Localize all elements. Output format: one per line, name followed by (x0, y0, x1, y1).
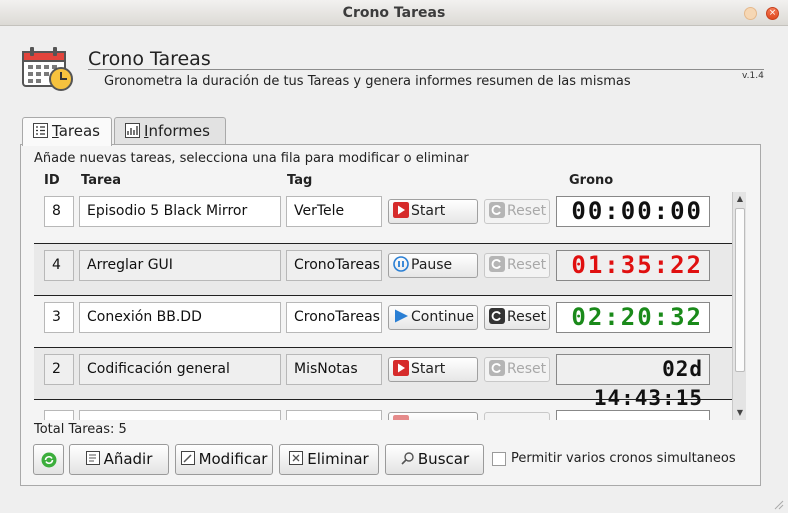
pause-blue-icon (393, 256, 409, 272)
row-id: 4 (44, 250, 74, 281)
row-id (44, 410, 74, 420)
scrollbar-thumb[interactable] (735, 208, 745, 372)
tab-tareas[interactable]: Tareas (22, 117, 112, 146)
add-button[interactable]: Añadir (69, 444, 169, 475)
row-tarea: Episodio 5 Black Mirror (79, 196, 281, 227)
table-row[interactable]: 2 Codificación general MisNotas Start Re… (34, 348, 732, 410)
reset-button[interactable]: Reset (484, 357, 550, 382)
continue-button[interactable]: Continue (388, 305, 478, 330)
play-blue-icon (395, 309, 408, 323)
column-header-grono: Grono (569, 173, 614, 188)
add-icon (85, 451, 100, 465)
table-scrollbar[interactable]: ▲ ▼ (732, 192, 746, 420)
time-display: 01:35:22 (556, 250, 710, 281)
minimize-button[interactable] (744, 7, 757, 20)
reset-icon (489, 308, 505, 324)
reset-button-label: Reset (507, 309, 547, 325)
reset-icon (489, 256, 505, 272)
play-red-icon (393, 415, 409, 420)
table-row[interactable]: 4 Arreglar GUI CronoTareas Pause Reset 0… (34, 244, 732, 296)
reset-button[interactable]: Reset (484, 305, 550, 330)
report-icon (125, 123, 140, 138)
continue-button-label: Continue (411, 309, 474, 325)
start-button[interactable]: Start (388, 357, 478, 382)
table-row[interactable] (34, 400, 732, 420)
tab-tareas-mnemonic: T (52, 122, 59, 140)
app-subtitle: Gronometra la duración de tus Tareas y g… (104, 74, 631, 89)
header-divider (88, 69, 764, 70)
reset-button[interactable]: Reset (484, 253, 550, 278)
refresh-button[interactable] (33, 444, 64, 475)
row-id: 8 (44, 196, 74, 227)
window-titlebar: Crono Tareas (0, 0, 788, 26)
reset-button[interactable] (484, 412, 550, 420)
search-button-label: Buscar (417, 450, 470, 468)
time-display (556, 410, 710, 420)
row-tarea: Arreglar GUI (79, 250, 281, 281)
table-row[interactable]: 3 Conexión BB.DD CronoTareas Continue Re… (34, 296, 732, 348)
pause-button[interactable]: Pause (388, 253, 478, 278)
list-icon (33, 123, 48, 138)
resize-grip-icon[interactable] (772, 498, 784, 510)
calendar-clock-icon (22, 47, 73, 91)
reset-icon (489, 360, 505, 376)
time-display: 00:00:00 (556, 196, 710, 227)
column-header-tarea: Tarea (81, 173, 121, 188)
play-red-icon (393, 360, 409, 376)
start-button-label: Start (411, 203, 446, 219)
row-tag: VerTele (286, 196, 382, 227)
start-button[interactable] (388, 412, 478, 420)
modify-button[interactable]: Modificar (175, 444, 273, 475)
add-button-label: Añadir (103, 450, 153, 468)
edit-icon (180, 451, 195, 465)
scroll-down-icon[interactable]: ▼ (733, 406, 747, 420)
delete-button[interactable]: Eliminar (279, 444, 379, 475)
start-button[interactable]: Start (388, 199, 478, 224)
row-tag: CronoTareas (286, 302, 382, 333)
hint-text: Añade nuevas tareas, selecciona una fila… (34, 151, 469, 166)
reset-button-label: Reset (507, 203, 547, 219)
pause-button-label: Pause (411, 257, 453, 273)
version-label: v.1.4 (742, 71, 764, 81)
row-tarea: Codificación general (79, 354, 281, 385)
window-title: Crono Tareas (342, 5, 446, 21)
column-header-tag: Tag (287, 173, 313, 188)
reset-button[interactable]: Reset (484, 199, 550, 224)
refresh-icon (41, 452, 56, 468)
task-table: 8 Episodio 5 Black Mirror VerTele Start … (34, 192, 732, 420)
delete-button-label: Eliminar (307, 450, 369, 468)
app-title: Crono Tareas (88, 48, 211, 70)
simultaneous-checkbox-label[interactable]: Permitir varios cronos simultaneos (511, 451, 736, 466)
close-button[interactable]: × (766, 7, 779, 20)
tab-informes[interactable]: Informes (114, 117, 226, 145)
time-display: 02d 14:43:15 (556, 354, 710, 410)
reset-icon (489, 202, 505, 218)
search-icon (401, 452, 414, 465)
search-button[interactable]: Buscar (385, 444, 484, 475)
row-id: 3 (44, 302, 74, 333)
scroll-up-icon[interactable]: ▲ (733, 192, 747, 206)
row-tarea: Conexión BB.DD (79, 302, 281, 333)
tab-informes-label: nformes (148, 122, 210, 140)
row-tarea (79, 410, 281, 420)
total-tasks-label: Total Tareas: 5 (34, 422, 127, 437)
modify-button-label: Modificar (198, 450, 268, 468)
row-tag (286, 410, 382, 420)
tab-tareas-label: areas (58, 122, 100, 140)
column-header-id: ID (44, 173, 60, 188)
simultaneous-checkbox[interactable] (492, 452, 506, 466)
delete-icon (289, 451, 304, 465)
reset-button-label: Reset (507, 361, 547, 377)
start-button-label: Start (411, 361, 446, 377)
row-tag: CronoTareas (286, 250, 382, 281)
reset-button-label: Reset (507, 257, 547, 273)
time-display: 02:20:32 (556, 302, 710, 333)
table-row[interactable]: 8 Episodio 5 Black Mirror VerTele Start … (34, 192, 732, 244)
row-tag: MisNotas (286, 354, 382, 385)
tareas-panel: Añade nuevas tareas, selecciona una fila… (20, 144, 761, 486)
row-id: 2 (44, 354, 74, 385)
play-red-icon (393, 202, 409, 218)
